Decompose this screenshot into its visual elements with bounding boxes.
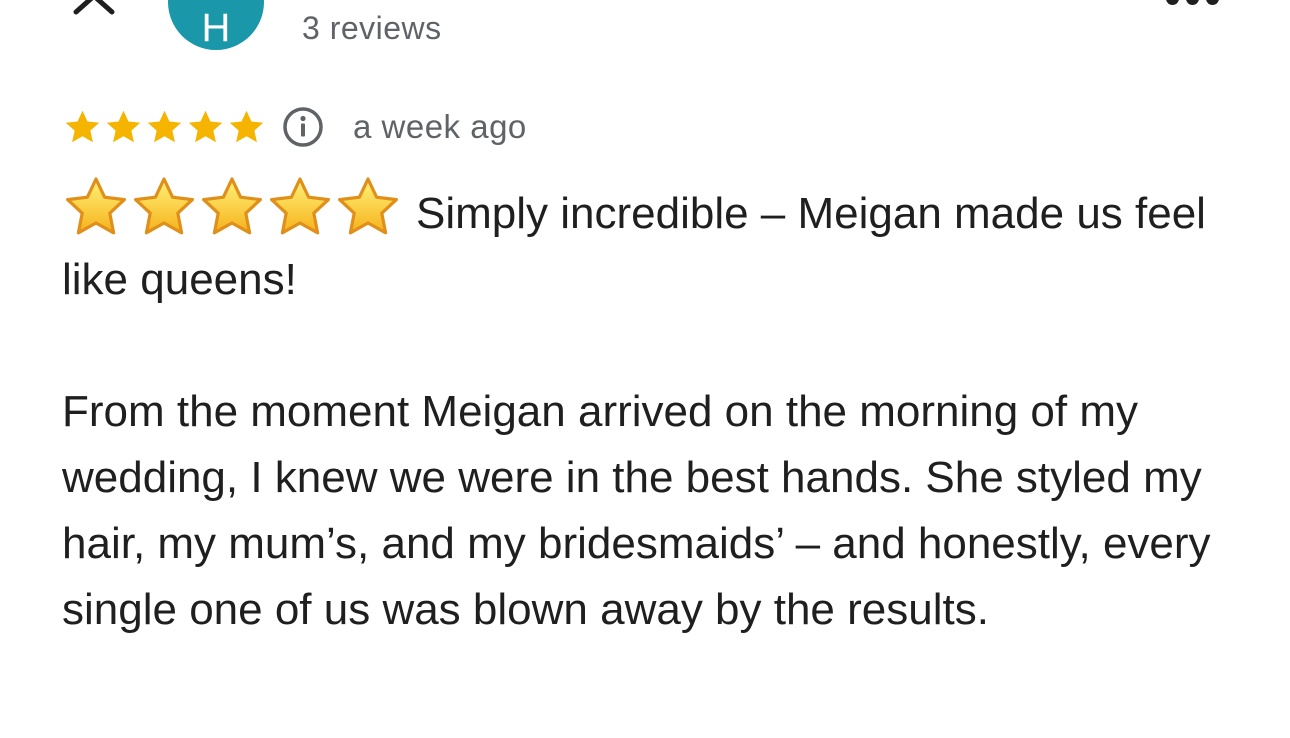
star-icon <box>188 110 223 142</box>
review-date: a week ago <box>353 108 527 145</box>
emoji-star-icon <box>270 177 330 235</box>
info-icon <box>283 107 323 147</box>
review-text: Simply incredible – Meigan made us feel … <box>62 176 1242 643</box>
star-rating <box>62 107 267 148</box>
star-icon <box>106 110 141 142</box>
info-button[interactable] <box>281 105 325 149</box>
emoji-star-icon <box>202 177 262 235</box>
review-paragraph: From the moment Meigan arrived on the mo… <box>62 387 1211 634</box>
avatar-letter: H <box>201 6 231 50</box>
star-icon <box>229 110 264 142</box>
star-icon <box>147 110 182 142</box>
star-icon <box>65 110 100 142</box>
emoji-star-icon <box>134 177 194 235</box>
review-detail-screen: H 3 reviews a week ago Simply incredible… <box>0 0 1290 738</box>
emoji-star-icon <box>66 177 126 235</box>
emoji-stars <box>62 176 402 238</box>
emoji-star-icon <box>338 177 398 235</box>
rating-row: a week ago <box>62 104 527 150</box>
reviewer-review-count[interactable]: 3 reviews <box>302 10 442 47</box>
close-icon <box>73 0 115 15</box>
more-options-button[interactable] <box>1166 0 1220 12</box>
avatar[interactable]: H <box>168 0 264 50</box>
review-headline-line: Simply incredible – Meigan made us feel … <box>62 176 1242 313</box>
close-button[interactable] <box>68 0 128 30</box>
